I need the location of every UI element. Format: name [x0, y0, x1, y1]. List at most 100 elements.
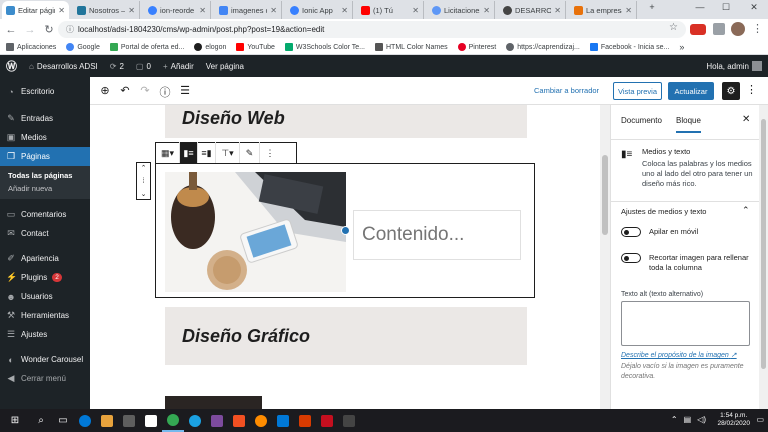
menu-item-contact[interactable]: ✉ Contact	[0, 224, 90, 243]
switch-to-draft-button[interactable]: Cambiar a borrador	[534, 86, 599, 95]
describe-purpose-link[interactable]: Describe el propósito de la imagen ↗	[621, 351, 737, 359]
scrollbar-thumb[interactable]	[761, 119, 766, 369]
menu-item-plugins[interactable]: ⚡ Plugins 2	[0, 268, 90, 287]
drag-handle-icon[interactable]: ⁞	[143, 178, 145, 185]
close-tab-icon[interactable]: ✕	[554, 6, 561, 15]
bookmark-item[interactable]: HTML Color Names	[375, 43, 448, 51]
comments-link[interactable]: ▢ 0	[130, 62, 157, 71]
new-tab-button[interactable]: +	[642, 2, 662, 12]
reload-icon[interactable]: ↻	[41, 23, 57, 36]
network-icon[interactable]: ▤	[684, 415, 692, 424]
info-icon[interactable]: ⓘ	[66, 24, 74, 35]
wordpress-logo-icon[interactable]: Ⓦ	[0, 58, 23, 74]
chevron-up-icon[interactable]: ⌃	[742, 205, 750, 216]
forward-arrow-icon[interactable]: →	[22, 24, 38, 36]
add-new-link[interactable]: + Añadir	[157, 62, 200, 71]
chrome-icon[interactable]	[162, 409, 184, 432]
browser-tab-edit-page[interactable]: Editar página ✕	[2, 1, 69, 19]
browser-tab[interactable]: La empresa ✕	[570, 1, 637, 19]
browser-tab[interactable]: ion-reorde ✕	[144, 1, 211, 19]
settings-gear-icon[interactable]: ⚙	[722, 82, 740, 100]
postman-icon[interactable]	[250, 409, 272, 432]
collapse-menu-button[interactable]: ◀ Cerrar menú	[0, 369, 90, 388]
more-options-icon[interactable]: ⋮	[746, 83, 757, 96]
extension-icon[interactable]	[713, 23, 725, 35]
menu-item-appearance[interactable]: ✐ Apariencia	[0, 249, 90, 268]
back-arrow-icon[interactable]: ←	[3, 24, 19, 36]
skype-icon[interactable]	[184, 409, 206, 432]
close-window-icon[interactable]: ✕	[744, 2, 764, 13]
block-navigation-icon[interactable]: ☰	[178, 84, 192, 97]
vertical-align-icon[interactable]: ⊤▾	[216, 142, 240, 164]
close-tab-icon[interactable]: ✕	[412, 6, 419, 15]
taskbar-clock[interactable]: 1:54 p.m. 28/02/2020	[717, 412, 750, 428]
close-tab-icon[interactable]: ✕	[270, 6, 277, 15]
panel-title[interactable]: Ajustes de medios y texto	[621, 207, 706, 216]
adblock-extension-icon[interactable]	[690, 24, 706, 35]
tab-document[interactable]: Documento	[621, 116, 662, 125]
view-page-link[interactable]: Ver página	[200, 62, 250, 71]
menu-item-users[interactable]: ☻ Usuarios	[0, 287, 90, 306]
bookmark-item[interactable]: Aplicaciones	[6, 43, 56, 51]
block-type-switcher-icon[interactable]: ▦▾	[156, 142, 180, 164]
updates-link[interactable]: ⟳ 2	[104, 62, 130, 71]
browser-tab[interactable]: Licitaciones ✕	[428, 1, 495, 19]
address-bar[interactable]: ⓘ localhost/adsi-1804230/cms/wp-admin/po…	[58, 21, 686, 38]
vscode-icon[interactable]	[272, 409, 294, 432]
tab-block[interactable]: Bloque	[676, 116, 701, 133]
menu-item-media[interactable]: ▣ Medios	[0, 128, 90, 147]
heading-block[interactable]: Diseño Web	[165, 105, 527, 138]
submenu-all-pages[interactable]: Todas las páginas	[0, 169, 90, 182]
browser-tab[interactable]: DESARROLL ✕	[499, 1, 566, 19]
menu-item-pages[interactable]: ❐ Páginas	[0, 147, 90, 166]
media-right-icon[interactable]: ≡▮	[198, 142, 216, 164]
xampp-icon[interactable]	[228, 409, 250, 432]
bookmarks-overflow-button[interactable]: »	[679, 42, 684, 52]
maximize-window-icon[interactable]: ☐	[716, 2, 736, 13]
volume-icon[interactable]: ◁)	[697, 415, 706, 424]
sidebar-scrollbar[interactable]	[759, 105, 768, 409]
media-left-icon[interactable]: ▮≡	[180, 142, 198, 164]
pdf-icon[interactable]	[316, 409, 338, 432]
browser-tab[interactable]: imagenes d ✕	[215, 1, 282, 19]
site-name-link[interactable]: ⌂ Desarrollos ADSI	[23, 62, 104, 71]
browser-tab[interactable]: (1) Tú ✕	[357, 1, 424, 19]
scrollbar-thumb[interactable]	[602, 155, 608, 235]
close-tab-icon[interactable]: ✕	[199, 6, 206, 15]
move-up-icon[interactable]: ⌃	[141, 164, 147, 172]
close-sidebar-icon[interactable]: ✕	[742, 114, 750, 125]
menu-item-dashboard[interactable]: ◔ Escritorio	[0, 82, 90, 101]
undo-icon[interactable]: ↶	[118, 84, 132, 97]
resize-handle[interactable]	[341, 226, 350, 235]
bookmark-item[interactable]: https://caprendizaj...	[506, 43, 580, 51]
bookmark-item[interactable]: YouTube	[236, 43, 275, 51]
close-tab-icon[interactable]: ✕	[341, 6, 348, 15]
file-explorer-icon[interactable]	[96, 409, 118, 432]
menu-item-posts[interactable]: ✎ Entradas	[0, 109, 90, 128]
notifications-icon[interactable]: ▭	[756, 415, 764, 424]
edit-media-icon[interactable]: ✎	[240, 142, 260, 164]
menu-item-settings[interactable]: ☰ Ajustes	[0, 325, 90, 344]
menu-item-wonder-carousel[interactable]: ◐ Wonder Carousel	[0, 350, 90, 369]
browser-tab[interactable]: Nosotros – ✕	[73, 1, 140, 19]
heading-block[interactable]: Diseño Gráfico	[165, 307, 527, 365]
bookmark-item[interactable]: Portal de oferta ed...	[109, 43, 184, 51]
bookmark-item[interactable]: Google	[66, 43, 100, 51]
close-tab-icon[interactable]: ✕	[128, 6, 135, 15]
menu-item-tools[interactable]: ⚒ Herramientas	[0, 306, 90, 325]
content-paragraph[interactable]: Contenido...	[353, 210, 521, 260]
crop-image-toggle[interactable]	[621, 253, 641, 263]
app-icon[interactable]	[206, 409, 228, 432]
alt-text-input[interactable]	[621, 301, 750, 346]
bookmark-item[interactable]: Facebook - Inicia se...	[589, 43, 669, 51]
bookmark-item[interactable]: elogon	[194, 43, 226, 51]
editor-scrollbar[interactable]	[600, 105, 610, 409]
preview-button[interactable]: Vista previa	[613, 82, 662, 100]
close-tab-icon[interactable]: ✕	[483, 6, 490, 15]
minimize-window-icon[interactable]: —	[690, 2, 710, 12]
menu-item-comments[interactable]: ▭ Comentarios	[0, 205, 90, 224]
submenu-add-new[interactable]: Añadir nueva	[0, 182, 90, 195]
store-icon[interactable]	[140, 409, 162, 432]
block-more-options-icon[interactable]: ⋮	[260, 142, 280, 164]
bookmark-item[interactable]: W3Schools Color Te...	[284, 43, 365, 51]
